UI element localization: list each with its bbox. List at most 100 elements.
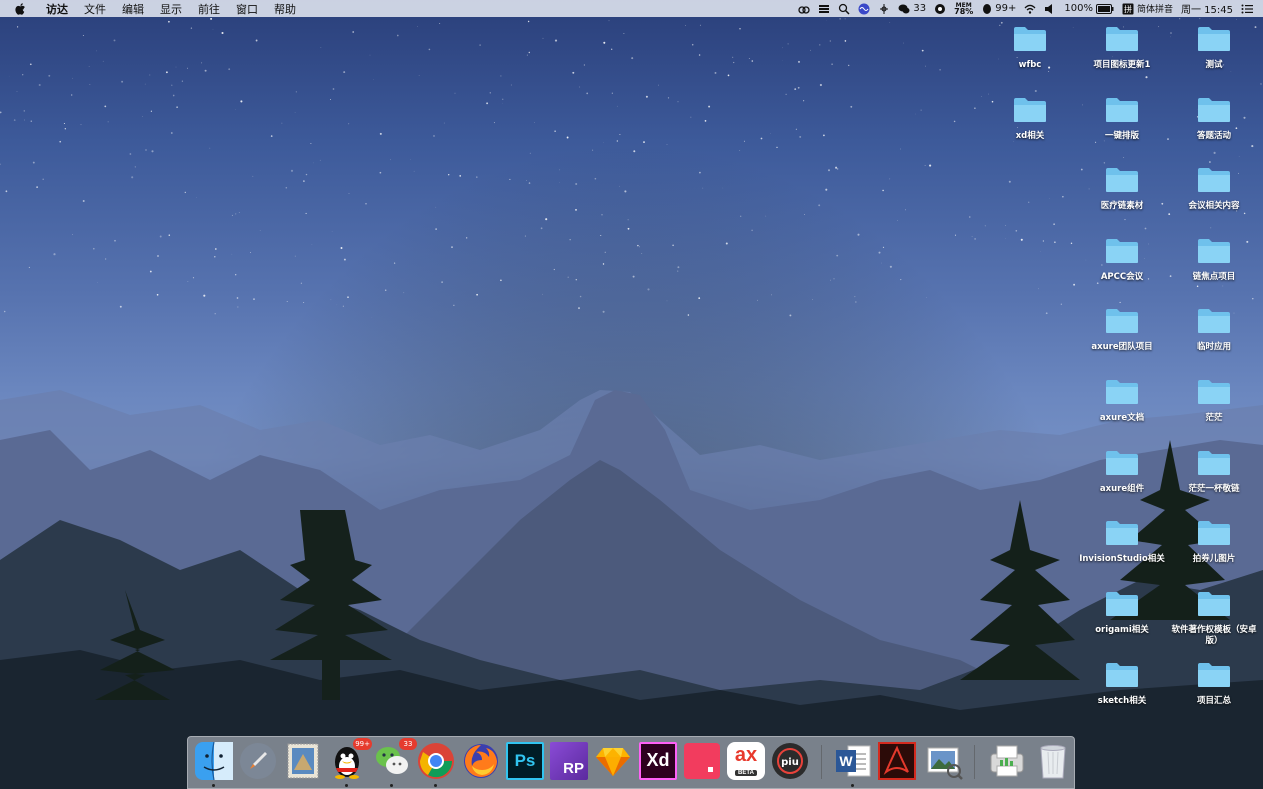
- folder-icon: [1106, 380, 1138, 404]
- folder-label: 茫茫: [1205, 413, 1223, 423]
- folder-icon: [1198, 309, 1230, 333]
- folder-label: 软件著作权模板（安卓版）: [1171, 625, 1257, 646]
- folder-icon: [1106, 239, 1138, 263]
- desktop-folder[interactable]: origami相关: [1074, 591, 1170, 636]
- folder-icon: [1198, 663, 1230, 687]
- folder-icon: [1106, 451, 1138, 475]
- desktop-folder[interactable]: sketch相关: [1074, 662, 1170, 707]
- folder-label: 答题活动: [1196, 131, 1231, 141]
- folder-icon: [1106, 663, 1138, 687]
- firefox-icon[interactable]: [462, 742, 500, 780]
- desktop-folder[interactable]: InvisionStudio相关: [1074, 520, 1170, 565]
- folder-label: 链焦点项目: [1192, 272, 1236, 282]
- piu-icon[interactable]: piu: [771, 742, 809, 780]
- sketch-icon[interactable]: [594, 742, 632, 780]
- desktop-folder[interactable]: 软件著作权模板（安卓版）: [1166, 591, 1262, 647]
- trash-icon[interactable]: [1034, 742, 1072, 780]
- mail-stamp-icon[interactable]: [284, 742, 322, 780]
- folder-label: sketch相关: [1097, 696, 1147, 706]
- desktop-folder[interactable]: axure组件: [1074, 450, 1170, 495]
- beta-label: BETA: [735, 770, 757, 776]
- running-indicator: [345, 784, 348, 787]
- desktop-folder[interactable]: 链焦点项目: [1166, 238, 1262, 283]
- notification-badge: 99+: [353, 738, 372, 750]
- folder-label: InvisionStudio相关: [1079, 554, 1165, 564]
- folder-icon: [1106, 592, 1138, 616]
- folder-label: 会议相关内容: [1188, 201, 1240, 211]
- desktop-folder[interactable]: 茫茫一杯敬链: [1166, 450, 1262, 495]
- folder-label: 茫茫一杯敬链: [1188, 484, 1240, 494]
- folder-icon: [1014, 98, 1046, 122]
- xd-label: Xd: [646, 750, 670, 770]
- desktop-folder[interactable]: wfbc: [982, 26, 1078, 71]
- folder-label: origami相关: [1095, 625, 1149, 635]
- chrome-icon[interactable]: [417, 742, 455, 780]
- launchpad-icon[interactable]: [239, 742, 277, 780]
- folder-icon: [1198, 592, 1230, 616]
- desktop-folder[interactable]: 会议相关内容: [1166, 167, 1262, 212]
- word-icon[interactable]: W: [834, 742, 872, 780]
- desktop-folder[interactable]: xd相关: [982, 97, 1078, 142]
- dock-separator: [974, 745, 975, 779]
- folder-icon: [1198, 521, 1230, 545]
- desktop-folder[interactable]: axure文档: [1074, 379, 1170, 424]
- wechat-icon[interactable]: 33: [373, 738, 417, 780]
- axure-rp-label: RP: [563, 760, 584, 777]
- folder-icon: [1106, 168, 1138, 192]
- desktop-folder[interactable]: 临时应用: [1166, 308, 1262, 353]
- folder-icon: [1014, 27, 1046, 51]
- finder-icon[interactable]: [195, 741, 233, 781]
- ax-label: ax: [734, 744, 758, 766]
- desktop-folder[interactable]: 一键排版: [1074, 97, 1170, 142]
- folder-label: wfbc: [1018, 60, 1042, 70]
- preview-icon[interactable]: [925, 742, 963, 780]
- dock-separator: [821, 745, 822, 779]
- folder-icon: [1106, 27, 1138, 51]
- desktop-folder[interactable]: axure团队项目: [1074, 308, 1170, 353]
- folder-label: 测试: [1205, 60, 1223, 70]
- folder-icon: [1198, 168, 1230, 192]
- ax-beta-icon[interactable]: ax BETA: [727, 742, 765, 780]
- folder-label: axure文档: [1099, 413, 1145, 423]
- notification-badge: 33: [399, 738, 417, 750]
- folder-icon: [1198, 239, 1230, 263]
- desktop-folder[interactable]: 答题活动: [1166, 97, 1262, 142]
- qq-icon[interactable]: 99+: [328, 738, 372, 780]
- folder-label: axure组件: [1099, 484, 1145, 494]
- folder-label: 项目图标更新1: [1093, 60, 1151, 70]
- desktop-icons: wfbc 项目图标更新1 测试 xd相关 一键排版 答题活动医疗链素材 会议相关内容 APCC…: [0, 0, 1263, 789]
- photoshop-icon[interactable]: Ps: [506, 742, 544, 780]
- desktop-folder[interactable]: 项目汇总: [1166, 662, 1262, 707]
- folder-icon: [1198, 451, 1230, 475]
- running-indicator: [390, 784, 393, 787]
- folder-icon: [1198, 380, 1230, 404]
- red-square-icon[interactable]: [683, 742, 721, 780]
- folder-label: 临时应用: [1196, 342, 1231, 352]
- running-indicator: [434, 784, 437, 787]
- folder-label: 拍券儿图片: [1192, 554, 1236, 564]
- folder-label: 医疗链素材: [1100, 201, 1144, 211]
- folder-icon: [1106, 309, 1138, 333]
- running-indicator: [212, 784, 215, 787]
- desktop-folder[interactable]: 拍券儿图片: [1166, 520, 1262, 565]
- running-indicator: [851, 784, 854, 787]
- acrobat-icon[interactable]: [878, 742, 916, 780]
- folder-icon: [1106, 98, 1138, 122]
- folder-icon: [1106, 521, 1138, 545]
- printer-icon[interactable]: [988, 742, 1026, 780]
- desktop-folder[interactable]: 测试: [1166, 26, 1262, 71]
- desktop-folder[interactable]: APCC会议: [1074, 238, 1170, 283]
- desktop-folder[interactable]: 茫茫: [1166, 379, 1262, 424]
- folder-label: xd相关: [1015, 131, 1045, 141]
- folder-label: axure团队项目: [1091, 342, 1153, 352]
- svg-text:piu: piu: [781, 757, 799, 768]
- desktop-folder[interactable]: 项目图标更新1: [1074, 26, 1170, 71]
- folder-label: 项目汇总: [1196, 696, 1231, 706]
- folder-label: APCC会议: [1100, 272, 1144, 282]
- desktop-folder[interactable]: 医疗链素材: [1074, 167, 1170, 212]
- axure-rp-icon[interactable]: RP: [550, 742, 588, 780]
- folder-icon: [1198, 98, 1230, 122]
- photoshop-label: Ps: [514, 751, 536, 770]
- word-label: W: [839, 753, 853, 769]
- adobe-xd-icon[interactable]: Xd: [639, 742, 677, 780]
